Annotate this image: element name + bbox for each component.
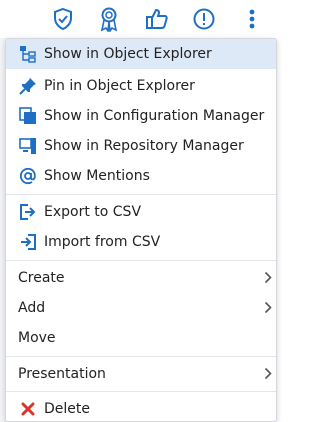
configuration-manager-icon <box>15 107 41 125</box>
alert-circle-icon[interactable] <box>190 5 218 33</box>
menu-item-export-csv[interactable]: Export to CSV <box>6 197 276 227</box>
shield-check-icon[interactable] <box>49 5 77 33</box>
menu-item-move[interactable]: Move <box>6 323 276 353</box>
chevron-right-icon <box>264 271 272 288</box>
menu-item-label: Delete <box>44 401 90 417</box>
menu-separator <box>6 260 276 261</box>
menu-item-import-csv[interactable]: Import from CSV <box>6 227 276 257</box>
menu-item-label: Create <box>18 270 65 286</box>
repository-manager-icon <box>15 137 41 155</box>
menu-item-add[interactable]: Add <box>6 293 276 323</box>
award-ribbon-icon[interactable] <box>95 5 123 33</box>
menu-item-label: Show in Repository Manager <box>44 138 244 154</box>
menu-item-show-object-explorer[interactable]: Show in Object Explorer <box>6 39 276 69</box>
pin-icon <box>15 77 41 95</box>
menu-item-label: Show Mentions <box>44 168 150 184</box>
chevron-right-icon <box>264 367 272 384</box>
more-vertical-icon[interactable] <box>238 5 266 33</box>
context-menu: Show in Object Explorer Pin in Object Ex… <box>5 38 277 422</box>
menu-item-label: Show in Object Explorer <box>44 46 212 62</box>
menu-item-label: Export to CSV <box>44 204 142 220</box>
at-sign-icon <box>15 167 41 185</box>
chevron-right-icon <box>264 301 272 318</box>
menu-item-label: Presentation <box>18 366 106 382</box>
menu-item-label: Move <box>18 330 56 346</box>
export-icon <box>15 203 41 221</box>
menu-item-delete[interactable]: Delete <box>6 394 276 421</box>
menu-item-presentation[interactable]: Presentation <box>6 359 276 389</box>
menu-item-show-repository-manager[interactable]: Show in Repository Manager <box>6 131 276 161</box>
menu-item-label: Import from CSV <box>44 234 161 250</box>
menu-separator <box>6 391 276 392</box>
menu-separator <box>6 194 276 195</box>
menu-item-pin-object-explorer[interactable]: Pin in Object Explorer <box>6 71 276 101</box>
menu-item-create[interactable]: Create <box>6 263 276 293</box>
thumbs-up-icon[interactable] <box>143 5 171 33</box>
import-icon <box>15 233 41 251</box>
menu-item-show-mentions[interactable]: Show Mentions <box>6 161 276 191</box>
toolbar <box>0 0 278 38</box>
menu-item-label: Add <box>18 300 46 316</box>
close-x-icon <box>15 402 41 416</box>
object-explorer-icon <box>15 45 41 63</box>
menu-item-label: Pin in Object Explorer <box>44 78 195 94</box>
menu-item-show-configuration-manager[interactable]: Show in Configuration Manager <box>6 101 276 131</box>
menu-separator <box>6 356 276 357</box>
menu-item-label: Show in Configuration Manager <box>44 108 265 124</box>
